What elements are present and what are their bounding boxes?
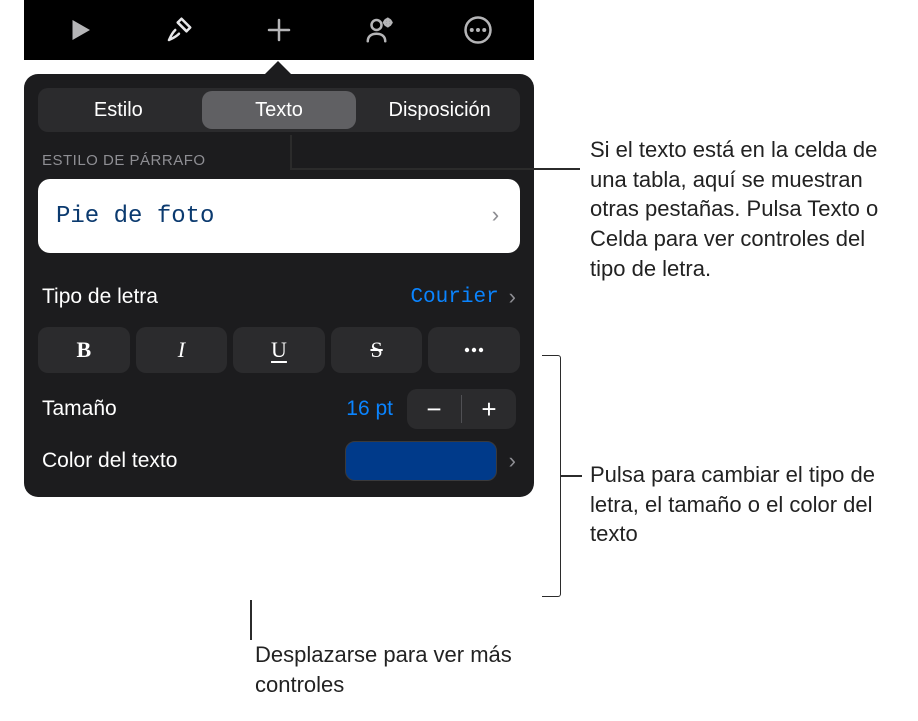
size-stepper: − + [407, 389, 516, 429]
strike-glyph: S [370, 337, 382, 363]
leader-line [290, 168, 580, 170]
callout-scroll: Desplazarse para ver más controles [255, 640, 515, 699]
underline-glyph: U [271, 337, 287, 363]
callout-bracket [542, 355, 561, 597]
strikethrough-button[interactable]: S [331, 327, 423, 373]
paragraph-style-picker[interactable]: Pie de foto › [38, 179, 520, 253]
paragraph-style-header: ESTILO DE PÁRRAFO [42, 152, 516, 169]
underline-button[interactable]: U [233, 327, 325, 373]
text-format-panel: Estilo Texto Disposición ESTILO DE PÁRRA… [24, 74, 534, 497]
leader-line [250, 600, 252, 640]
font-value: Courier [410, 286, 498, 309]
leader-line [560, 475, 582, 477]
size-increase-button[interactable]: + [462, 389, 516, 429]
format-button[interactable] [151, 2, 207, 58]
text-style-buttons: B I U S [38, 327, 520, 373]
tab-layout[interactable]: Disposición [359, 91, 520, 129]
collaborate-button[interactable] [351, 2, 407, 58]
size-row: Tamaño 16 pt − + [38, 383, 520, 435]
play-button[interactable] [52, 2, 108, 58]
text-color-label: Color del texto [42, 449, 333, 473]
italic-button[interactable]: I [136, 327, 228, 373]
font-label: Tipo de letra [42, 285, 158, 309]
ellipsis-icon [462, 338, 486, 362]
callout-tabs: Si el texto está en la celda de una tabl… [590, 135, 895, 283]
text-color-row[interactable]: Color del texto › [38, 435, 520, 487]
more-text-options-button[interactable] [428, 327, 520, 373]
chevron-right-icon: › [509, 284, 516, 310]
add-button[interactable] [251, 2, 307, 58]
paragraph-style-value: Pie de foto [56, 203, 214, 230]
size-decrease-button[interactable]: − [407, 389, 461, 429]
leader-line [290, 135, 292, 168]
size-label: Tamaño [42, 397, 117, 421]
callout-font-controls: Pulsa para cambiar el tipo de letra, el … [590, 460, 895, 549]
inspector-tabs: Estilo Texto Disposición [38, 88, 520, 132]
text-color-swatch[interactable] [345, 441, 497, 481]
italic-glyph: I [178, 337, 185, 363]
more-button[interactable] [450, 2, 506, 58]
tab-text[interactable]: Texto [202, 91, 357, 129]
size-value: 16 pt [346, 397, 393, 421]
app-toolbar [24, 0, 534, 60]
bold-button[interactable]: B [38, 327, 130, 373]
chevron-right-icon: › [489, 204, 502, 229]
font-row[interactable]: Tipo de letra Courier › [38, 271, 520, 323]
chevron-right-icon: › [509, 448, 516, 474]
tab-style[interactable]: Estilo [38, 91, 199, 129]
format-inspector: Estilo Texto Disposición ESTILO DE PÁRRA… [24, 0, 534, 497]
bold-glyph: B [76, 337, 91, 363]
